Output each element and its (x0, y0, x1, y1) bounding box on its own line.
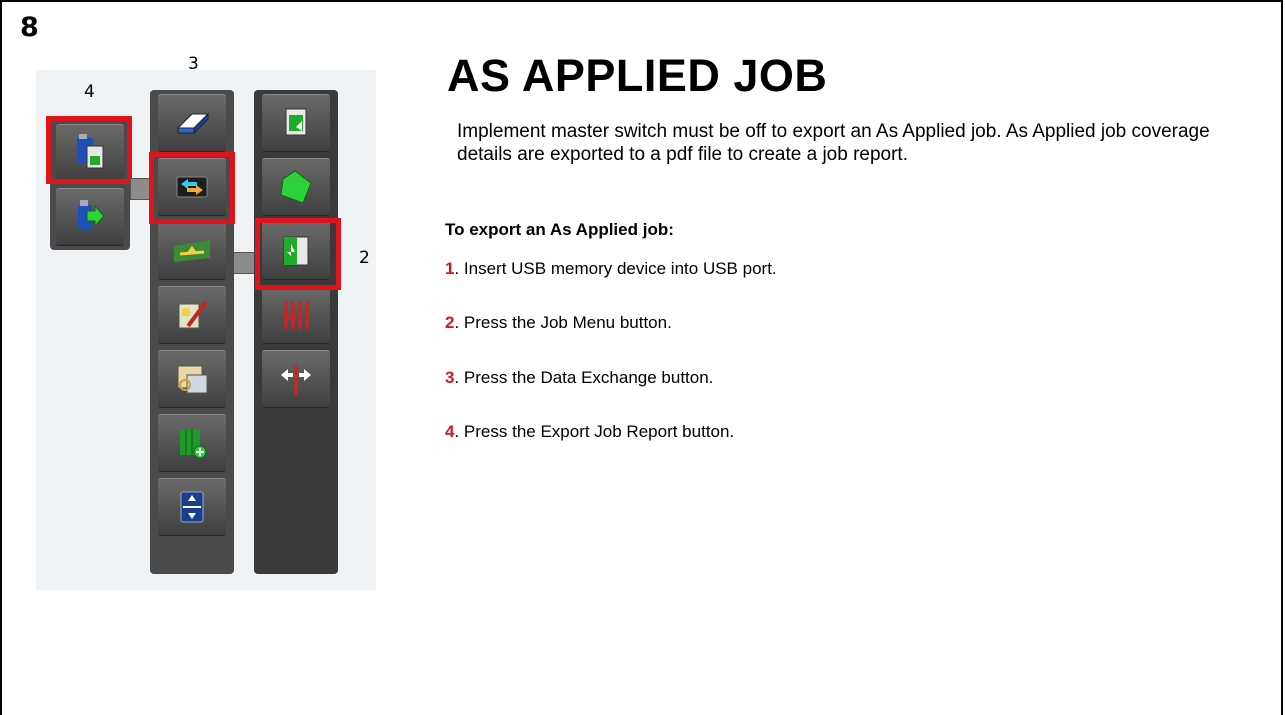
slide-number: 8 (20, 12, 39, 43)
scroll-arrows-icon (180, 491, 204, 523)
step-1: 1. Insert USB memory device into USB por… (445, 259, 777, 279)
nudge-icon (281, 365, 311, 395)
edit-map-button[interactable] (158, 286, 226, 344)
step-text: . Insert USB memory device into USB port… (454, 259, 777, 278)
field-boundary-icon (174, 240, 210, 262)
step-text: . Press the Job Menu button. (454, 313, 672, 332)
add-coverage-icon (180, 429, 207, 459)
usb-export-icon (78, 200, 105, 229)
scroll-menu-button[interactable] (158, 478, 226, 536)
highlight-step-2 (255, 218, 341, 290)
map-layers-icon (177, 365, 208, 394)
guidance-lines-button[interactable] (262, 286, 330, 344)
add-coverage-button[interactable] (158, 414, 226, 472)
callout-2: 2 (359, 248, 370, 268)
callout-4: 4 (84, 82, 95, 102)
job-export-button[interactable] (262, 94, 330, 152)
nudge-button[interactable] (262, 350, 330, 408)
edit-map-icon (178, 300, 208, 329)
field-button[interactable] (262, 158, 330, 216)
field-boundary-button[interactable] (158, 222, 226, 280)
field-icon (280, 170, 312, 204)
page-title: AS APPLIED JOB (447, 50, 828, 101)
callout-3: 3 (188, 54, 199, 74)
usb-export-button[interactable] (56, 188, 124, 246)
step-4: 4. Press the Export Job Report button. (445, 422, 734, 442)
step-text: . Press the Data Exchange button. (454, 368, 714, 387)
job-menu-illustration: 3 4 2 (36, 40, 376, 600)
step-text: . Press the Export Job Report button. (454, 422, 735, 441)
map-layers-button[interactable] (158, 350, 226, 408)
eraser-icon (176, 112, 210, 135)
guidance-lines-icon (284, 301, 309, 329)
highlight-step-3 (149, 152, 235, 224)
step-2: 2. Press the Job Menu button. (445, 313, 672, 333)
intro-paragraph: Implement master switch must be off to e… (457, 121, 1210, 165)
job-export-icon (285, 108, 307, 136)
eraser-button[interactable] (158, 94, 226, 152)
steps-heading: To export an As Applied job: (445, 220, 674, 239)
highlight-step-4 (46, 116, 132, 184)
step-3: 3. Press the Data Exchange button. (445, 368, 713, 388)
